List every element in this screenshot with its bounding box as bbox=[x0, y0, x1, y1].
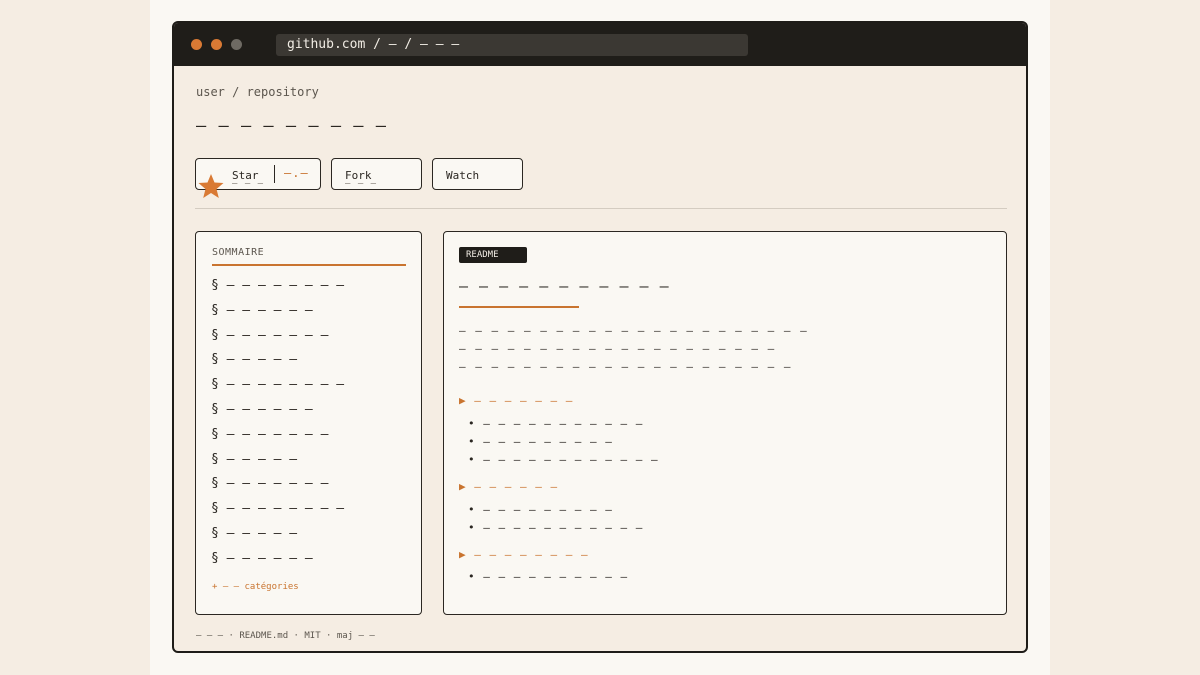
section-heading[interactable]: ▶ — — — — — — bbox=[459, 480, 558, 493]
bullet-item: • — — — — — — — — — bbox=[468, 503, 613, 516]
toc-item[interactable]: § — — — — — — — bbox=[211, 324, 344, 349]
toc-item[interactable]: § — — — — — — — — bbox=[211, 497, 344, 522]
minimize-window-button[interactable] bbox=[211, 39, 222, 50]
readme-badge: README bbox=[459, 247, 527, 263]
star-icon bbox=[198, 174, 224, 198]
repo-title: — — — — — — — — — bbox=[196, 116, 387, 136]
toc-item[interactable]: § — — — — — — — bbox=[211, 472, 344, 497]
toc-item[interactable]: § — — — — — bbox=[211, 348, 344, 373]
status-footer: — — — · README.md · MIT · maj — — bbox=[196, 631, 375, 641]
readme-title-underline bbox=[459, 306, 579, 308]
toc-underline bbox=[212, 264, 406, 266]
watch-label: Watch bbox=[446, 169, 480, 182]
paragraph-line: — — — — — — — — — — — — — — — — — — — — … bbox=[459, 360, 793, 373]
address-bar[interactable]: github.com / — / — — — bbox=[276, 34, 748, 56]
star-fork-connector: —.— bbox=[284, 166, 309, 180]
title-bar: github.com / — / — — — bbox=[174, 23, 1026, 66]
maximize-window-button[interactable] bbox=[231, 39, 242, 50]
readme-title: — — — — — — — — — — — bbox=[459, 277, 670, 295]
star-count: — — — bbox=[232, 179, 265, 189]
browser-window: github.com / — / — — — user / repository… bbox=[172, 21, 1028, 653]
toc-item[interactable]: § — — — — — — — bbox=[211, 423, 344, 448]
more-categories-link[interactable]: + — — catégories bbox=[212, 582, 299, 592]
toc-list: § — — — — — — — — § — — — — — — § — — — … bbox=[211, 274, 344, 572]
section-heading[interactable]: ▶ — — — — — — — — bbox=[459, 548, 589, 561]
bullet-item: • — — — — — — — — — bbox=[468, 435, 613, 448]
fork-button[interactable]: Fork — — — bbox=[331, 158, 422, 190]
toc-item[interactable]: § — — — — — bbox=[211, 522, 344, 547]
toc-item[interactable]: § — — — — — — — — bbox=[211, 274, 344, 299]
toc-item[interactable]: § — — — — — — bbox=[211, 398, 344, 423]
paragraph-line: — — — — — — — — — — — — — — — — — — — — … bbox=[459, 324, 809, 337]
bullet-item: • — — — — — — — — — — — bbox=[468, 417, 644, 430]
fork-count: — — — bbox=[345, 179, 378, 189]
bullet-item: • — — — — — — — — — — — bbox=[468, 521, 644, 534]
breadcrumb[interactable]: user / repository bbox=[196, 85, 319, 99]
watch-button[interactable]: Watch bbox=[432, 158, 523, 190]
bullet-item: • — — — — — — — — — — — — bbox=[468, 453, 659, 466]
star-separator bbox=[274, 165, 275, 183]
header-divider bbox=[195, 208, 1007, 209]
toc-item[interactable]: § — — — — — — bbox=[211, 547, 344, 572]
toc-item[interactable]: § — — — — — bbox=[211, 448, 344, 473]
readme-panel: README — — — — — — — — — — — — — — — — —… bbox=[443, 231, 1007, 615]
paragraph-line: — — — — — — — — — — — — — — — — — — — — bbox=[459, 342, 776, 355]
toc-item[interactable]: § — — — — — — — — bbox=[211, 373, 344, 398]
table-of-contents: SOMMAIRE § — — — — — — — — § — — — — — —… bbox=[195, 231, 422, 615]
close-window-button[interactable] bbox=[191, 39, 202, 50]
toc-heading: SOMMAIRE bbox=[212, 247, 265, 258]
toc-item[interactable]: § — — — — — — bbox=[211, 299, 344, 324]
bullet-item: • — — — — — — — — — — bbox=[468, 570, 629, 583]
section-heading[interactable]: ▶ — — — — — — — bbox=[459, 394, 573, 407]
